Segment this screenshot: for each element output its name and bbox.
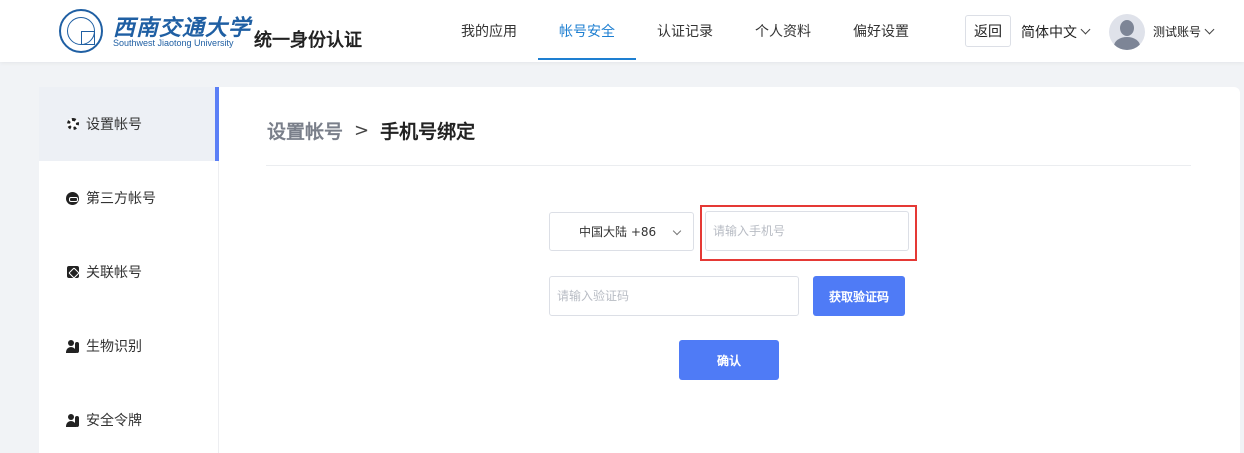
nav-account-security[interactable]: 帐号安全 (538, 0, 636, 62)
breadcrumb-separator: > (354, 120, 370, 141)
sidebar-item-label: 关联帐号 (86, 265, 142, 281)
user-menu[interactable]: 测试账号 (1153, 23, 1215, 40)
language-label: 简体中文 (1021, 25, 1077, 41)
user-icon (66, 413, 79, 427)
get-code-button[interactable]: 获取验证码 (813, 276, 905, 316)
sidebar-item-biometrics[interactable]: 生物识别 (39, 309, 218, 383)
breadcrumb: 设置帐号 > 手机号绑定 (267, 117, 475, 144)
sidebar-item-label: 设置帐号 (86, 117, 142, 133)
nav-auth-records[interactable]: 认证记录 (636, 0, 734, 62)
sidebar-item-label: 第三方帐号 (86, 191, 156, 207)
sidebar: 设置帐号 第三方帐号 关联帐号 生物识别 安全令牌 (39, 87, 219, 453)
phone-number-input[interactable] (705, 211, 909, 251)
confirm-button[interactable]: 确认 (679, 340, 779, 380)
username-label: 测试账号 (1153, 25, 1202, 39)
divider (266, 165, 1191, 166)
verification-code-input[interactable] (549, 276, 799, 316)
nav-profile[interactable]: 个人资料 (734, 0, 832, 62)
back-button[interactable]: 返回 (965, 15, 1011, 47)
language-selector[interactable]: 简体中文 (1021, 22, 1091, 42)
country-code-value: 中国大陆 +86 (579, 225, 657, 239)
user-icon (66, 339, 79, 353)
chain-icon (66, 266, 79, 279)
chevron-down-icon (672, 226, 682, 236)
chevron-down-icon (1204, 24, 1215, 34)
sidebar-item-label: 生物识别 (86, 339, 142, 355)
breadcrumb-parent[interactable]: 设置帐号 (267, 117, 343, 144)
nav-preferences[interactable]: 偏好设置 (832, 0, 930, 62)
top-header: 西南交通大学 Southwest Jiaotong University 统一身… (0, 0, 1244, 62)
sidebar-item-label: 安全令牌 (86, 413, 142, 429)
user-avatar[interactable] (1109, 14, 1145, 50)
sidebar-item-third-party[interactable]: 第三方帐号 (39, 161, 218, 235)
main-nav: 我的应用 帐号安全 认证记录 个人资料 偏好设置 (440, 0, 930, 62)
page-title: 手机号绑定 (380, 121, 476, 143)
link-icon (66, 191, 79, 205)
logo-english-name: Southwest Jiaotong University (113, 38, 234, 48)
sidebar-item-account-settings[interactable]: 设置帐号 (39, 87, 219, 161)
gear-icon (66, 118, 79, 131)
country-code-select[interactable]: 中国大陆 +86 (549, 212, 694, 251)
sidebar-item-linked-accounts[interactable]: 关联帐号 (39, 235, 218, 309)
main-panel: 设置帐号 > 手机号绑定 中国大陆 +86 获取验证码 确认 (219, 87, 1240, 453)
app-title: 统一身份认证 (254, 30, 362, 51)
university-emblem-logo (59, 9, 103, 53)
chevron-down-icon (1080, 24, 1091, 35)
sidebar-item-security-token[interactable]: 安全令牌 (39, 383, 218, 453)
nav-my-apps[interactable]: 我的应用 (440, 0, 538, 62)
